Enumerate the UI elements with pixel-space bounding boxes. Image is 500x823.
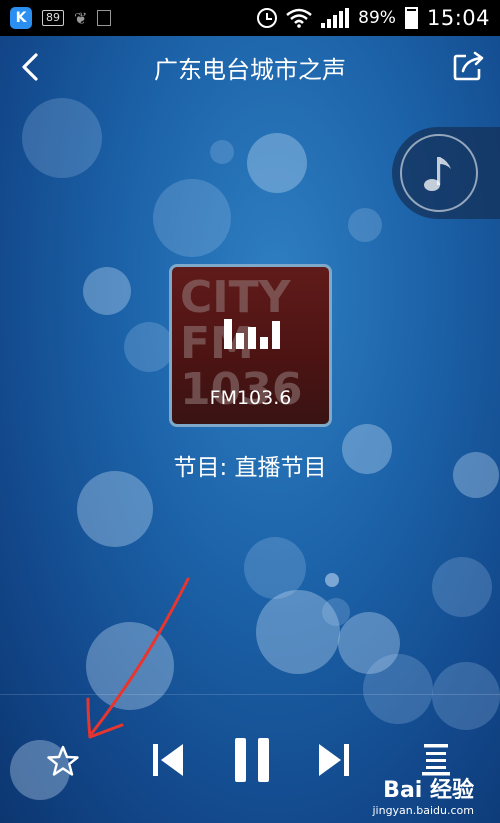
program-label: 节目: 直播节目 (173, 455, 327, 481)
watermark-brand: Bai 经验 (383, 778, 474, 803)
page-title: 广东电台城市之声 (154, 55, 346, 84)
document-icon (97, 10, 112, 26)
previous-track-icon[interactable] (150, 740, 186, 780)
station-frequency: FM103.6 (209, 387, 292, 409)
leaf-icon: ❦ (74, 8, 88, 28)
clock: 15:04 (426, 6, 490, 30)
annotation-arrow-icon (86, 577, 190, 739)
music-note-icon (400, 134, 478, 212)
favorite-star-icon[interactable] (46, 744, 80, 778)
notification-badge: 89 (42, 10, 64, 26)
station-cover[interactable]: CITY FM 1036 FM103.6 (169, 264, 332, 427)
back-arrow-icon[interactable] (16, 52, 44, 82)
watermark-url: jingyan.baidu.com (372, 804, 474, 817)
alarm-clock-icon (257, 8, 278, 28)
music-tab-button[interactable] (392, 127, 500, 219)
equalizer-icon (224, 311, 280, 349)
next-track-icon[interactable] (316, 740, 352, 780)
playlist-icon[interactable] (420, 742, 452, 776)
battery-percent: 89% (358, 8, 396, 28)
battery-icon (404, 7, 418, 29)
pause-icon[interactable] (232, 736, 272, 784)
baidu-watermark: Bai 经验 jingyan.baidu.com (372, 772, 474, 817)
kugou-app-icon: K (10, 7, 32, 29)
share-icon[interactable] (452, 50, 486, 82)
divider (0, 694, 500, 695)
header-bar: 广东电台城市之声 (0, 36, 500, 98)
wifi-icon (286, 8, 312, 28)
signal-strength-icon (321, 8, 350, 28)
status-bar: K 89 ❦ 89% 15:04 (0, 0, 500, 36)
